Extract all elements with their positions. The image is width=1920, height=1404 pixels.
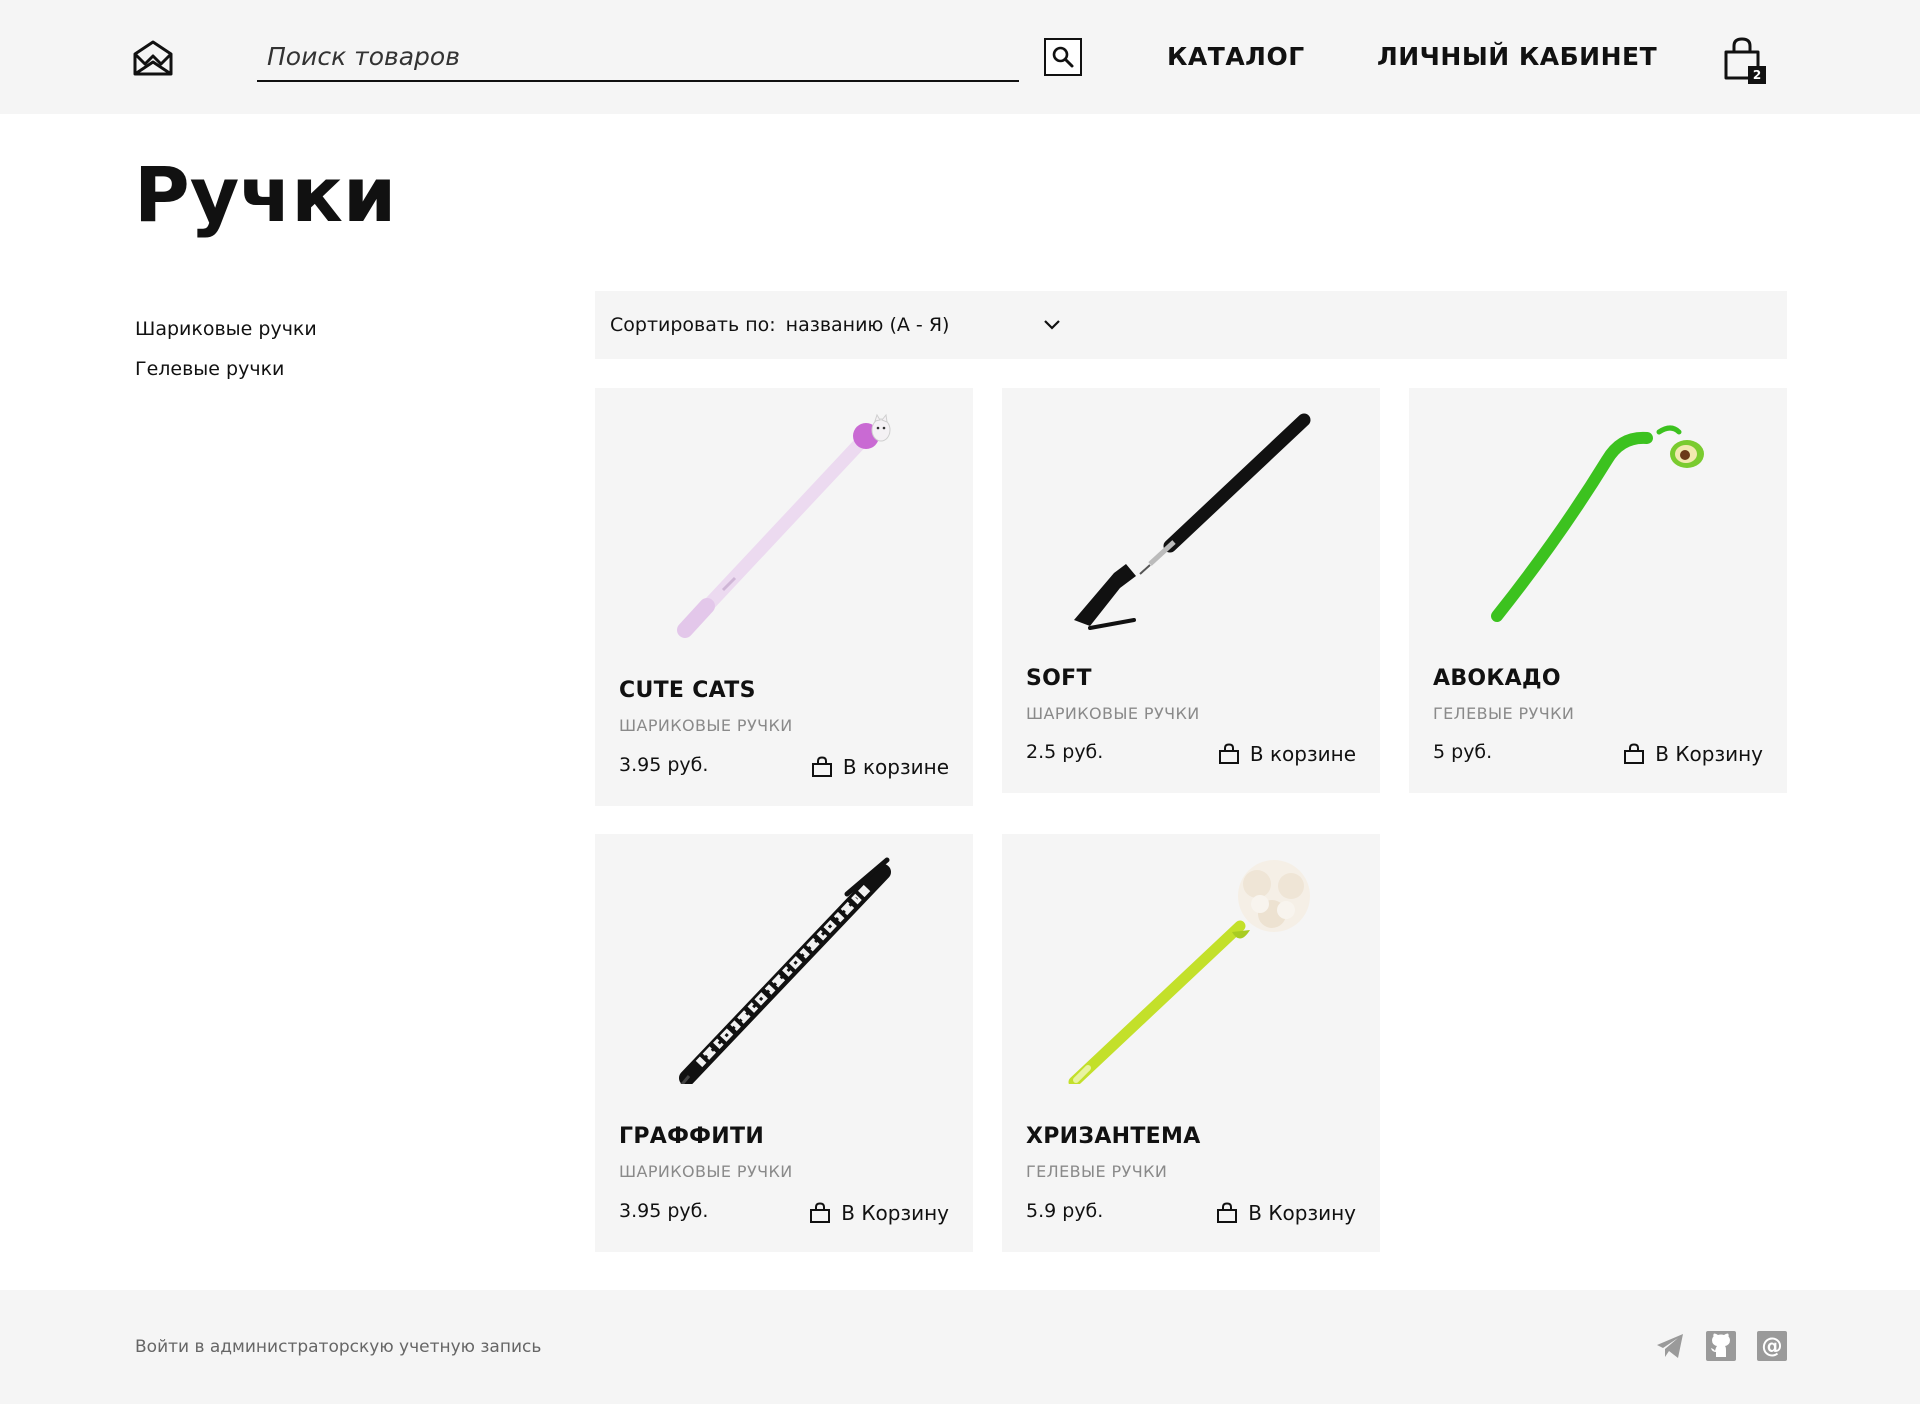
shopping-bag-icon [810, 1202, 831, 1223]
product-price: 2.5 руб. [1026, 741, 1104, 763]
flower-pen-image [1068, 860, 1310, 1084]
email-at-icon[interactable]: @ [1756, 1330, 1788, 1362]
shopping-bag-icon [1218, 743, 1239, 764]
product-card[interactable]: ХРИЗАНТЕМА ГЕЛЕВЫЕ РУЧКИ 5.9 руб. В Корз… [1002, 834, 1380, 1252]
product-card[interactable]: ГРАФФИТИ ШАРИКОВЫЕ РУЧКИ 3.95 руб. В Кор… [595, 834, 973, 1252]
product-name[interactable]: ХРИЗАНТЕМА [1026, 1124, 1201, 1149]
category-sidebar: Шариковые ручки Гелевые ручки [135, 318, 317, 398]
crown-envelope-logo-icon[interactable] [132, 38, 174, 78]
add-to-cart-button[interactable]: В Корзину [1216, 1201, 1356, 1225]
product-price: 5.9 руб. [1026, 1200, 1104, 1222]
product-category: ГЕЛЕВЫЕ РУЧКИ [1433, 704, 1575, 723]
green-avocado-pen-image [1491, 425, 1704, 622]
sort-bar: Сортировать по: названию (А - Я) [595, 291, 1787, 359]
add-to-cart-button[interactable]: В Корзину [1623, 742, 1763, 766]
add-to-cart-button[interactable]: В Корзину [809, 1201, 949, 1225]
search-button[interactable] [1044, 38, 1082, 76]
site-header: КАТАЛОГ ЛИЧНЫЙ КАБИНЕТ 2 [0, 0, 1920, 114]
site-footer: Войти в администраторскую учетную запись… [0, 1290, 1920, 1404]
product-card[interactable]: АВОКАДО ГЕЛЕВЫЕ РУЧКИ 5 руб. В Корзину [1409, 388, 1787, 793]
product-name[interactable]: CUTE CATS [619, 678, 756, 703]
pink-cat-pen-image [677, 413, 891, 638]
nav-account-link[interactable]: ЛИЧНЫЙ КАБИНЕТ [1377, 42, 1657, 71]
shopping-bag-icon [811, 756, 832, 777]
in-cart-button[interactable]: В корзине [811, 755, 949, 779]
sort-label: Сортировать по: [610, 314, 776, 336]
product-card[interactable]: SOFT ШАРИКОВЫЕ РУЧКИ 2.5 руб. В корзине [1002, 388, 1380, 793]
cart-button-label: В Корзину [1655, 742, 1763, 766]
product-price: 5 руб. [1433, 741, 1493, 763]
product-category: ГЕЛЕВЫЕ РУЧКИ [1026, 1162, 1168, 1181]
cart-button[interactable]: 2 [1722, 36, 1768, 88]
shopping-bag-icon [1217, 1202, 1238, 1223]
black-pen-image [1074, 413, 1311, 630]
cart-button-label: В корзине [1249, 742, 1356, 766]
telegram-icon[interactable] [1654, 1330, 1686, 1362]
product-price: 3.95 руб. [619, 754, 709, 776]
cart-count-badge: 2 [1748, 66, 1766, 84]
product-card[interactable]: CUTE CATS ШАРИКОВЫЕ РУЧКИ 3.95 руб. В ко… [595, 388, 973, 806]
product-category: ШАРИКОВЫЕ РУЧКИ [619, 716, 793, 735]
cart-button-label: В Корзину [841, 1201, 949, 1225]
sort-select[interactable]: названию (А - Я) [786, 314, 950, 336]
product-category: ШАРИКОВЫЕ РУЧКИ [619, 1162, 793, 1181]
nav-catalog-link[interactable]: КАТАЛОГ [1167, 42, 1305, 71]
page-title: Ручки [134, 150, 397, 239]
sidebar-item-gel-pens[interactable]: Гелевые ручки [135, 358, 317, 380]
in-cart-button[interactable]: В корзине [1218, 742, 1356, 766]
product-category: ШАРИКОВЫЕ РУЧКИ [1026, 704, 1200, 723]
product-name[interactable]: ГРАФФИТИ [619, 1124, 764, 1149]
github-icon[interactable] [1705, 1330, 1737, 1362]
cart-button-label: В корзине [842, 755, 949, 779]
sidebar-item-ballpoint-pens[interactable]: Шариковые ручки [135, 318, 317, 340]
search-icon [1052, 46, 1074, 68]
search-input[interactable] [257, 36, 1019, 76]
cart-button-label: В Корзину [1248, 1201, 1356, 1225]
chevron-down-icon[interactable] [1041, 313, 1063, 335]
search-field [257, 36, 1019, 82]
product-name[interactable]: АВОКАДО [1433, 666, 1561, 691]
svg-text:@: @ [1762, 1334, 1783, 1358]
product-price: 3.95 руб. [619, 1200, 709, 1222]
graffiti-pen-image [679, 857, 891, 1084]
product-name[interactable]: SOFT [1026, 666, 1092, 691]
shopping-bag-icon [1624, 743, 1645, 764]
admin-login-link[interactable]: Войти в администраторскую учетную запись [135, 1337, 541, 1357]
